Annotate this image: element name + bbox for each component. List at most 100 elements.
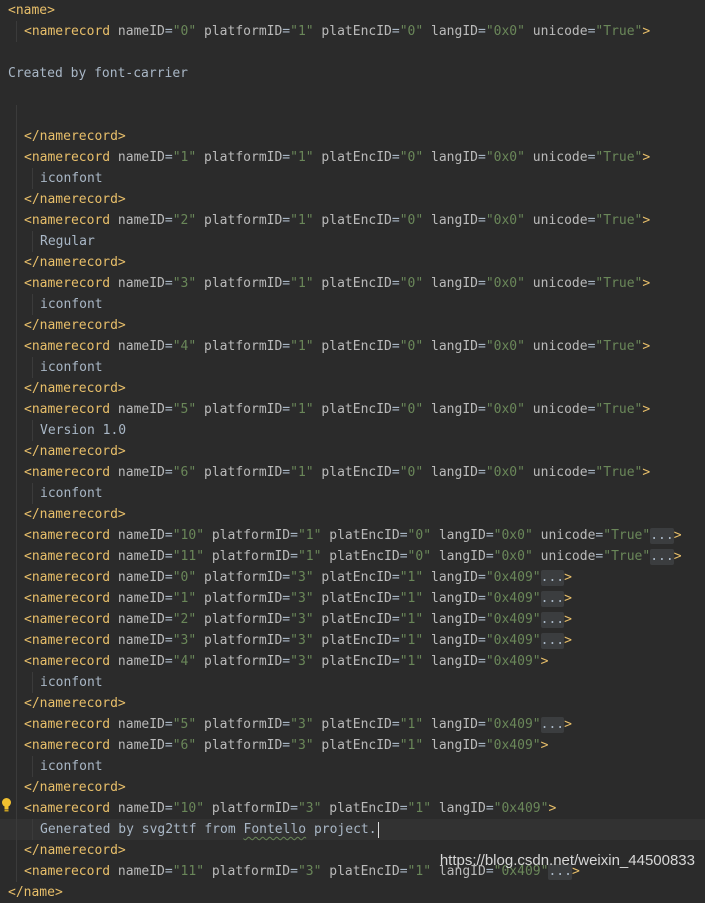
code-line[interactable]: <namerecord nameID="2" platformID="3" pl… [0, 609, 705, 630]
code-line[interactable]: iconfont [0, 357, 705, 378]
code-token: "0" [407, 549, 432, 564]
code-line[interactable]: </namerecord> [0, 777, 705, 798]
code-token: = [391, 276, 400, 291]
code-token: <namerecord [24, 24, 118, 39]
code-token: = [478, 591, 486, 606]
code-line[interactable]: </name> [0, 882, 705, 903]
code-line[interactable]: <namerecord nameID="6" platformID="3" pl… [0, 735, 705, 756]
code-line[interactable]: iconfont [0, 294, 705, 315]
code-line[interactable]: </namerecord> [0, 189, 705, 210]
code-line[interactable]: <namerecord nameID="6" platformID="1" pl… [0, 462, 705, 483]
code-token: "0x409" [485, 612, 541, 627]
code-line[interactable]: Regular [0, 231, 705, 252]
code-token: = [164, 276, 173, 291]
code-line[interactable]: Generated by svg2ttf from Fontello proje… [0, 819, 705, 840]
code-token: <namerecord [24, 150, 118, 165]
code-line[interactable]: </namerecord> [0, 315, 705, 336]
fold-placeholder[interactable]: ... [540, 612, 565, 628]
code-line[interactable] [0, 105, 705, 126]
code-token: "1" [407, 801, 432, 816]
code-token: "3" [297, 864, 322, 879]
code-editor[interactable]: <name> <namerecord nameID="0" platformID=… [0, 0, 705, 900]
code-content: <namerecord nameID="6" platformID="1" pl… [24, 462, 650, 483]
code-line[interactable]: iconfont [0, 672, 705, 693]
code-token: nameID [117, 549, 165, 564]
code-token: = [164, 213, 173, 228]
code-line[interactable] [0, 84, 705, 105]
code-line[interactable]: <namerecord nameID="10" platformID="1" p… [0, 525, 705, 546]
code-token: "1" [399, 738, 424, 753]
code-line[interactable]: </namerecord> [0, 504, 705, 525]
fold-placeholder[interactable]: ... [650, 549, 674, 565]
code-token: "True" [595, 465, 643, 480]
code-line[interactable]: <namerecord nameID="2" platformID="1" pl… [0, 210, 705, 231]
code-line[interactable]: <name> [0, 0, 705, 21]
code-token: = [290, 864, 298, 879]
code-line[interactable]: <namerecord nameID="1" platformID="3" pl… [0, 588, 705, 609]
code-line[interactable]: <namerecord nameID="0" platformID="3" pl… [0, 567, 705, 588]
code-token: "3" [290, 591, 314, 606]
code-token: <namerecord [24, 591, 118, 606]
code-line[interactable]: <namerecord nameID="5" platformID="3" pl… [0, 714, 705, 735]
code-line[interactable]: <namerecord nameID="1" platformID="1" pl… [0, 147, 705, 168]
code-line[interactable]: Created by font-carrier [0, 63, 705, 84]
code-line[interactable]: iconfont [0, 483, 705, 504]
indent-guide [32, 168, 33, 189]
code-token: "0x0" [485, 339, 525, 354]
code-content: <name> [8, 0, 55, 21]
code-content: <namerecord nameID="5" platformID="1" pl… [24, 399, 650, 420]
fold-placeholder[interactable]: ... [540, 591, 565, 607]
fold-placeholder[interactable]: ... [540, 717, 565, 733]
code-line[interactable]: </namerecord> [0, 252, 705, 273]
indent-guide [16, 420, 17, 441]
code-content: <namerecord nameID="3" platformID="3" pl… [24, 630, 572, 651]
code-token: langID [423, 339, 478, 354]
code-token: <namerecord [24, 213, 118, 228]
code-token: "11" [172, 549, 205, 564]
code-token: langID [423, 24, 478, 39]
code-line[interactable]: <namerecord nameID="4" platformID="3" pl… [0, 651, 705, 672]
code-token: "0x0" [493, 549, 533, 564]
fold-placeholder[interactable]: ... [540, 570, 565, 586]
code-token: iconfont [40, 675, 103, 690]
fold-placeholder[interactable]: ... [650, 528, 674, 544]
code-token: "3" [290, 738, 314, 753]
code-line[interactable]: iconfont [0, 168, 705, 189]
code-token: platformID [204, 864, 291, 879]
code-token: = [164, 717, 173, 732]
code-token: <namerecord [24, 864, 118, 879]
code-token: "1" [172, 591, 197, 606]
code-token: "4" [172, 339, 197, 354]
code-line[interactable]: <namerecord nameID="0" platformID="1" pl… [0, 21, 705, 42]
code-token: nameID [117, 717, 165, 732]
code-token: = [164, 654, 173, 669]
code-token: platEncID [321, 801, 400, 816]
indent-guide [16, 777, 17, 798]
code-token: </namerecord> [24, 192, 126, 207]
code-token: = [478, 465, 486, 480]
code-token: = [282, 654, 291, 669]
code-line[interactable]: <namerecord nameID="11" platformID="1" p… [0, 546, 705, 567]
code-line[interactable] [0, 42, 705, 63]
code-line[interactable]: </namerecord> [0, 126, 705, 147]
code-token: = [478, 570, 486, 585]
code-token: langID [423, 570, 478, 585]
lightbulb-icon[interactable] [1, 797, 12, 813]
code-line[interactable]: <namerecord nameID="5" platformID="1" pl… [0, 399, 705, 420]
fold-placeholder[interactable]: ... [540, 633, 565, 649]
code-token: = [164, 633, 173, 648]
code-token: > [564, 591, 572, 606]
code-token: "1" [290, 213, 314, 228]
code-line[interactable]: <namerecord nameID="3" platformID="1" pl… [0, 273, 705, 294]
code-line[interactable]: </namerecord> [0, 378, 705, 399]
code-token: = [399, 801, 408, 816]
code-line[interactable]: <namerecord nameID="10" platformID="3" p… [0, 798, 705, 819]
code-token: = [478, 654, 486, 669]
code-line[interactable]: Version 1.0 [0, 420, 705, 441]
code-line[interactable]: </namerecord> [0, 441, 705, 462]
code-token: "True" [595, 24, 643, 39]
code-line[interactable]: iconfont [0, 756, 705, 777]
code-line[interactable]: <namerecord nameID="4" platformID="1" pl… [0, 336, 705, 357]
code-line[interactable]: </namerecord> [0, 693, 705, 714]
code-line[interactable]: <namerecord nameID="3" platformID="3" pl… [0, 630, 705, 651]
